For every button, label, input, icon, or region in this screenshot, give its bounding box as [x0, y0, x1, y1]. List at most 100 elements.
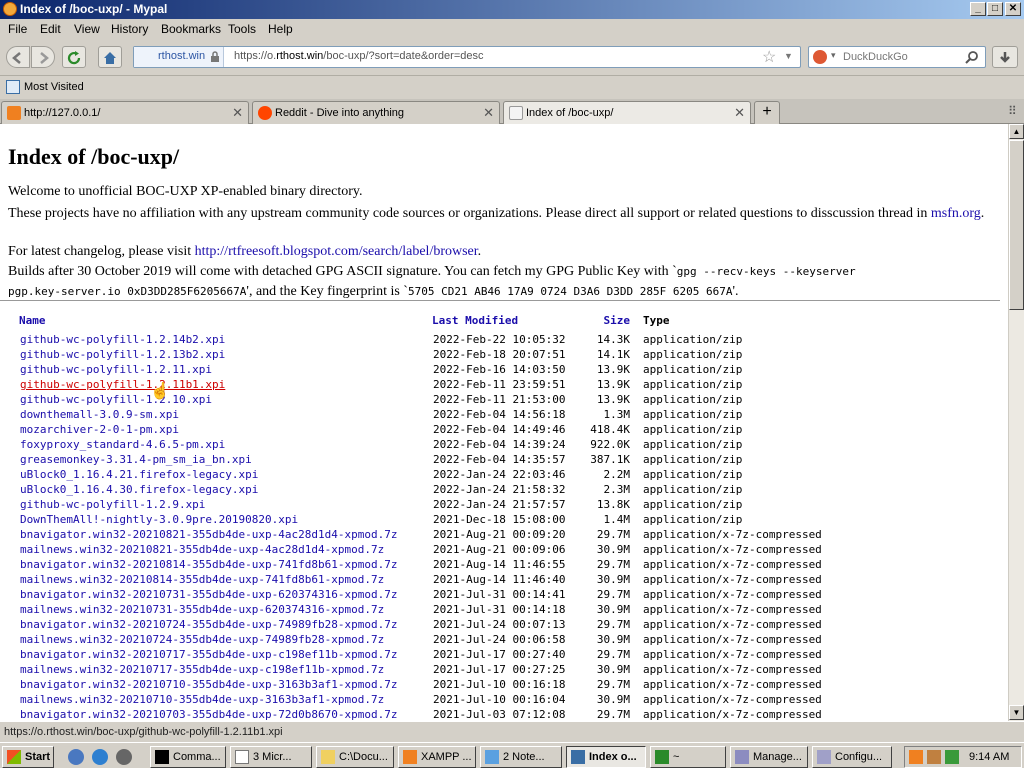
- file-name-link[interactable]: mailnews.win32-20210731-355db4de-uxp-620…: [20, 603, 384, 616]
- file-name-link[interactable]: mailnews.win32-20210724-355db4de-uxp-749…: [20, 633, 384, 646]
- tab-close-icon[interactable]: ✕: [734, 105, 745, 121]
- file-name-link[interactable]: github-wc-polyfill-1.2.11.xpi: [20, 363, 212, 376]
- menu-bookmarks[interactable]: Bookmarks: [161, 22, 221, 36]
- menu-view[interactable]: View: [74, 22, 100, 36]
- file-size: 29.7M: [596, 618, 630, 631]
- navigation-toolbar: rthost.win https://o.rthost.win/boc-uxp/…: [0, 38, 1024, 76]
- file-name-link[interactable]: bnavigator.win32-20210724-355db4de-uxp-7…: [20, 618, 398, 631]
- search-placeholder: DuckDuckGo: [843, 51, 908, 63]
- menu-tools[interactable]: Tools: [228, 22, 256, 36]
- scroll-thumb[interactable]: [1009, 140, 1024, 310]
- file-name-link[interactable]: bnavigator.win32-20210717-355db4de-uxp-c…: [20, 648, 398, 661]
- url-text[interactable]: https://o.rthost.win/boc-uxp/?sort=date&…: [234, 50, 484, 62]
- most-visited-bookmark[interactable]: Most Visited: [24, 81, 84, 93]
- file-date: 2021-Jul-17 00:27:25: [433, 663, 566, 676]
- file-name-link[interactable]: mailnews.win32-20210710-355db4de-uxp-316…: [20, 693, 384, 706]
- msfn-link[interactable]: msfn.org: [931, 206, 981, 221]
- maximize-button[interactable]: □: [987, 2, 1003, 16]
- quicklaunch-cat-icon[interactable]: [116, 749, 132, 765]
- tab-localhost[interactable]: http://127.0.0.1/ ✕: [1, 101, 249, 124]
- tray-network-icon[interactable]: [945, 750, 959, 764]
- search-icon[interactable]: [965, 50, 979, 64]
- downloads-button[interactable]: [992, 46, 1018, 68]
- menu-file[interactable]: File: [8, 22, 27, 36]
- vertical-scrollbar[interactable]: ▲ ▼: [1008, 124, 1024, 721]
- file-name-link[interactable]: bnavigator.win32-20210821-355db4de-uxp-4…: [20, 528, 398, 541]
- file-date: 2021-Aug-14 11:46:55: [433, 558, 566, 571]
- scroll-down-icon[interactable]: ▼: [1009, 705, 1024, 720]
- file-name-link[interactable]: uBlock0_1.16.4.21.firefox-legacy.xpi: [20, 468, 258, 481]
- file-type: application/x-7z-compressed: [643, 558, 822, 571]
- gpg-key-server: pgp.key-server.io 0xD3DD285F6205667A: [8, 285, 247, 298]
- forward-button[interactable]: [31, 46, 55, 68]
- site-identity[interactable]: rthost.win: [134, 47, 224, 67]
- file-name-link[interactable]: mozarchiver-2-0-1-pm.xpi: [20, 423, 179, 436]
- file-name-link[interactable]: github-wc-polyfill-1.2.10.xpi: [20, 393, 212, 406]
- new-tab-button[interactable]: +: [754, 101, 780, 124]
- document-icon: [235, 750, 249, 764]
- tab-close-icon[interactable]: ✕: [232, 105, 243, 121]
- file-name-link[interactable]: github-wc-polyfill-1.2.13b2.xpi: [20, 348, 225, 361]
- file-name-link[interactable]: mailnews.win32-20210717-355db4de-uxp-c19…: [20, 663, 384, 676]
- tray-app-icon[interactable]: [927, 750, 941, 764]
- file-name-link[interactable]: bnavigator.win32-20210731-355db4de-uxp-6…: [20, 588, 398, 601]
- table-row: mailnews.win32-20210710-355db4de-uxp-316…: [0, 693, 1000, 708]
- task-manager[interactable]: Manage...: [730, 746, 808, 768]
- file-type: application/zip: [643, 423, 743, 436]
- file-name-link[interactable]: bnavigator.win32-20210710-355db4de-uxp-3…: [20, 678, 398, 691]
- tab-index-boc-uxp[interactable]: Index of /boc-uxp/ ✕: [503, 101, 751, 125]
- file-name-link[interactable]: foxyproxy_standard-4.6.5-pm.xpi: [20, 438, 225, 451]
- tab-close-icon[interactable]: ✕: [483, 105, 494, 121]
- url-bar[interactable]: rthost.win https://o.rthost.win/boc-uxp/…: [133, 46, 801, 68]
- file-name-link[interactable]: bnavigator.win32-20210814-355db4de-uxp-7…: [20, 558, 398, 571]
- file-type: application/x-7z-compressed: [643, 693, 822, 706]
- history-dropdown-icon[interactable]: ▼: [784, 51, 793, 61]
- status-bar: https://o.rthost.win/boc-uxp/github-wc-p…: [0, 721, 1024, 742]
- column-name-header[interactable]: Name: [19, 314, 46, 327]
- file-name-link[interactable]: mailnews.win32-20210814-355db4de-uxp-741…: [20, 573, 384, 586]
- task-configuration[interactable]: Configu...: [812, 746, 892, 768]
- task-command-prompt[interactable]: Comma...: [150, 746, 226, 768]
- scroll-up-icon[interactable]: ▲: [1009, 124, 1024, 139]
- close-button[interactable]: ✕: [1005, 2, 1021, 16]
- task-xampp[interactable]: XAMPP ...: [398, 746, 476, 768]
- task-documents-folder[interactable]: C:\Docu...: [316, 746, 394, 768]
- file-size: 30.9M: [596, 663, 630, 676]
- file-name-link[interactable]: greasemonkey-3.31.4-pm_sm_ia_bn.xpi: [20, 453, 252, 466]
- menu-help[interactable]: Help: [268, 22, 293, 36]
- home-button[interactable]: [98, 46, 122, 68]
- search-engine-dropdown-icon[interactable]: ▾: [831, 50, 836, 61]
- duckduckgo-icon[interactable]: [813, 50, 827, 64]
- minimize-button[interactable]: _: [970, 2, 986, 16]
- back-button[interactable]: [6, 46, 30, 68]
- file-name-link[interactable]: github-wc-polyfill-1.2.9.xpi: [20, 498, 205, 511]
- file-name-link[interactable]: downthemall-3.0.9-sm.xpi: [20, 408, 179, 421]
- file-name-link[interactable]: github-wc-polyfill-1.2.14b2.xpi: [20, 333, 225, 346]
- reload-button[interactable]: [62, 46, 86, 68]
- tab-list-grip-icon[interactable]: ⠿: [1008, 104, 1017, 118]
- file-name-link[interactable]: mailnews.win32-20210821-355db4de-uxp-4ac…: [20, 543, 384, 556]
- menu-edit[interactable]: Edit: [40, 22, 61, 36]
- start-button[interactable]: Start: [2, 746, 54, 768]
- task-browser-index[interactable]: Index o...: [566, 746, 646, 768]
- task-label: 3 Micr...: [253, 751, 292, 763]
- task-notepad-group[interactable]: 2 Note...: [480, 746, 562, 768]
- quicklaunch-browser-icon[interactable]: [68, 749, 84, 765]
- changelog-text: For latest changelog, please visit: [8, 244, 195, 259]
- menu-history[interactable]: History: [111, 22, 148, 36]
- task-terminal[interactable]: ~: [650, 746, 726, 768]
- file-name-link[interactable]: bnavigator.win32-20210703-355db4de-uxp-7…: [20, 708, 398, 721]
- column-size-header[interactable]: Size: [560, 314, 631, 327]
- quicklaunch-ie-icon[interactable]: [92, 749, 108, 765]
- task-microsoft-group[interactable]: 3 Micr...: [230, 746, 312, 768]
- column-modified-header[interactable]: Last Modified: [432, 314, 518, 327]
- file-name-link[interactable]: github-wc-polyfill-1.2.11b1.xpi: [20, 378, 225, 391]
- tab-reddit[interactable]: Reddit - Dive into anything ✕: [252, 101, 500, 124]
- tray-xampp-icon[interactable]: [909, 750, 923, 764]
- changelog-link[interactable]: http://rtfreesoft.blogspot.com/search/la…: [195, 244, 478, 259]
- file-name-link[interactable]: uBlock0_1.16.4.30.firefox-legacy.xpi: [20, 483, 258, 496]
- bookmark-star-icon[interactable]: ☆: [762, 47, 776, 67]
- file-name-link[interactable]: DownThemAll!-nightly-3.0.9pre.20190820.x…: [20, 513, 298, 526]
- search-box[interactable]: ▾ DuckDuckGo: [808, 46, 986, 68]
- mouse-cursor-hand-icon: ☝: [150, 383, 170, 400]
